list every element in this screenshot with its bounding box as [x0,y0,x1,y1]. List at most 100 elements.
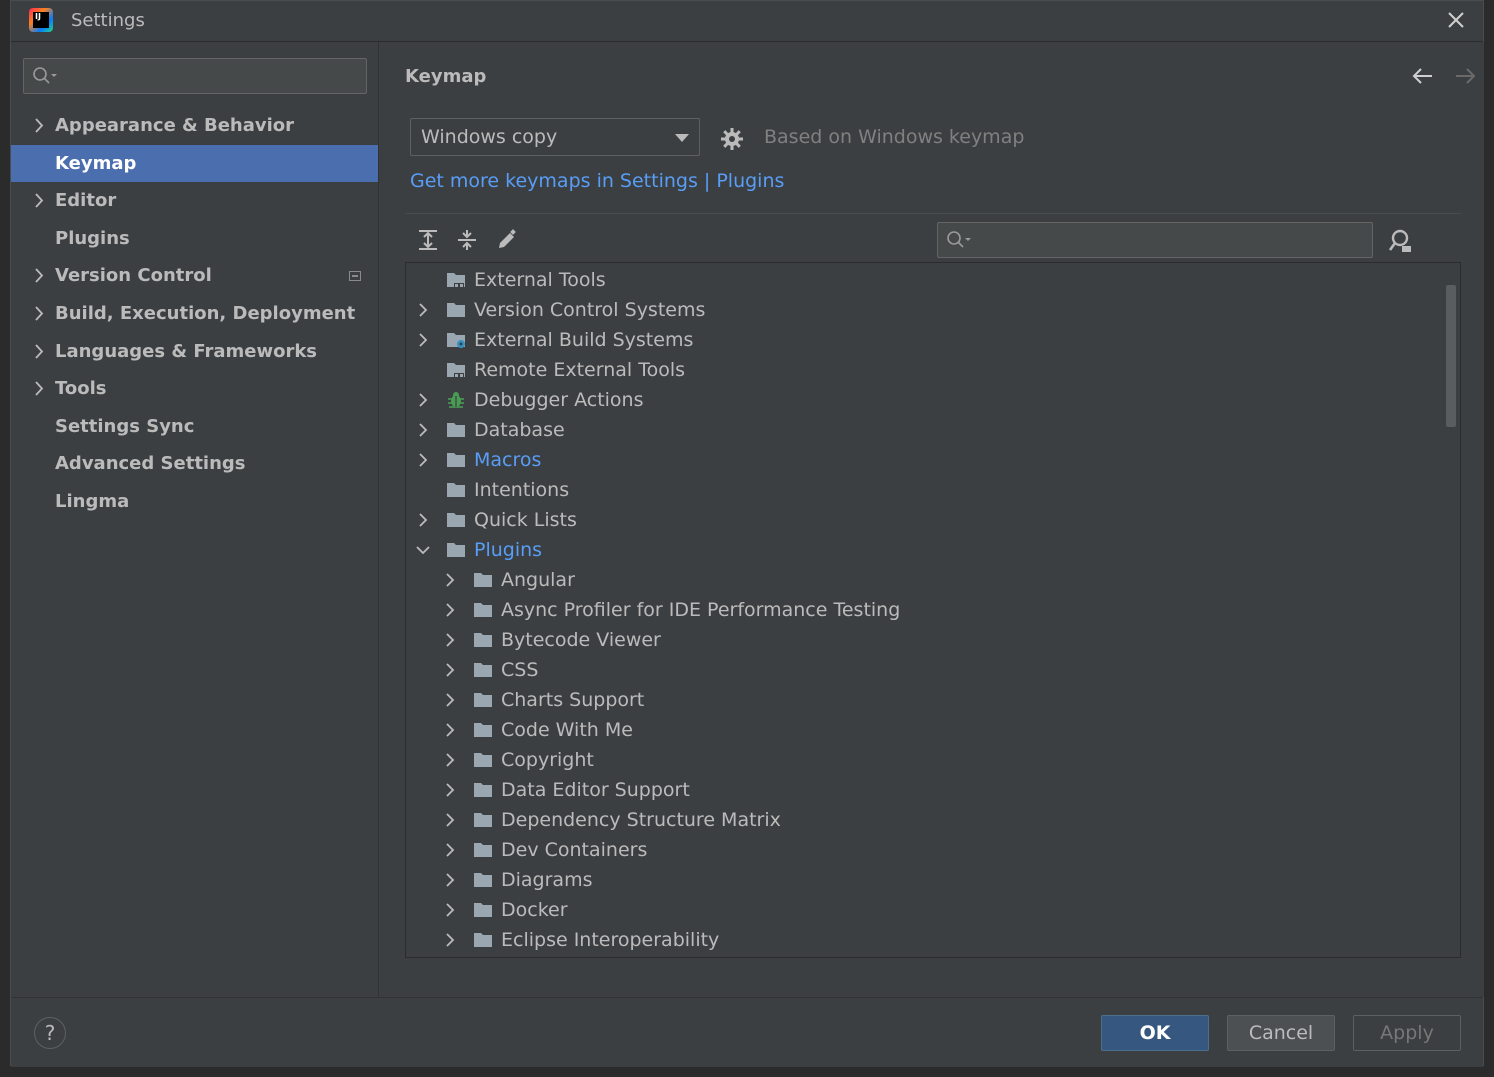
tree-row-label: Macros [474,449,542,471]
chevron-right-icon[interactable] [441,691,459,709]
folder-icon [447,483,465,497]
tree-row[interactable]: External Tools [406,265,1436,295]
sidebar-item-label: Plugins [55,228,130,249]
tree-row[interactable]: Database [406,415,1436,445]
tree-row[interactable]: Eclipse Interoperability [406,925,1436,955]
collapse-all-icon[interactable] [455,228,479,252]
tree-row[interactable]: Remote External Tools [406,355,1436,385]
tree-row[interactable]: Dependency Structure Matrix [406,805,1436,835]
forward-arrow-icon[interactable] [1453,66,1477,86]
chevron-right-icon[interactable] [414,451,432,469]
window-title: Settings [71,10,145,31]
tree-row-label: Code With Me [501,719,633,741]
tree-row[interactable]: Diagrams [406,865,1436,895]
chevron-right-icon[interactable] [441,871,459,889]
tree-row[interactable]: Debugger Actions [406,385,1436,415]
folder-icon [474,843,492,857]
chevron-right-icon[interactable] [31,107,47,144]
sidebar-item[interactable]: Languages & Frameworks [11,333,378,370]
back-arrow-icon[interactable] [1411,66,1435,86]
chevron-right-icon[interactable] [31,182,47,219]
chevron-right-icon[interactable] [414,421,432,439]
tree-row-label: Dependency Structure Matrix [501,809,781,831]
tree-row[interactable]: Copyright [406,745,1436,775]
tree-row[interactable]: Code With Me [406,715,1436,745]
sidebar-item[interactable]: Keymap [11,145,378,182]
chevron-right-icon[interactable] [414,301,432,319]
chevron-right-icon[interactable] [441,751,459,769]
action-search-input[interactable] [937,222,1373,258]
sidebar-item[interactable]: Lingma [11,483,378,520]
sidebar-item-label: Keymap [55,153,137,174]
chevron-right-icon[interactable] [31,370,47,407]
settings-search-input[interactable] [23,58,367,94]
edit-shortcut-icon[interactable] [495,228,519,252]
tree-row[interactable]: Version Control Systems [406,295,1436,325]
chevron-right-icon[interactable] [414,511,432,529]
help-button[interactable]: ? [34,1017,66,1049]
apply-button[interactable]: Apply [1353,1015,1461,1051]
chevron-right-icon[interactable] [441,901,459,919]
sidebar-item-label: Appearance & Behavior [55,115,295,136]
tree-row[interactable]: Async Profiler for IDE Performance Testi… [406,595,1436,625]
tree-row[interactable]: Quick Lists [406,505,1436,535]
gear-icon[interactable] [720,127,744,151]
chevron-right-icon[interactable] [31,333,47,370]
close-icon[interactable] [1443,7,1469,33]
tree-row[interactable]: Data Editor Support [406,775,1436,805]
title-bar: IJ Settings [11,1,1483,42]
tree-row[interactable]: Bytecode Viewer [406,625,1436,655]
sidebar-item[interactable]: Settings Sync [11,408,378,445]
folder-icon [447,453,465,467]
sidebar-item[interactable]: Tools [11,370,378,407]
chevron-right-icon[interactable] [441,631,459,649]
chevron-right-icon[interactable] [441,721,459,739]
chevron-right-icon[interactable] [441,571,459,589]
sidebar-item[interactable]: Editor [11,182,378,219]
tree-row-label: Data Editor Support [501,779,690,801]
chevron-down-icon[interactable] [414,541,432,559]
chevron-right-icon[interactable] [441,931,459,949]
keymap-select-value: Windows copy [421,126,558,148]
find-by-shortcut-icon[interactable] [1387,228,1413,254]
sidebar-item[interactable]: Advanced Settings [11,445,378,482]
chevron-right-icon[interactable] [441,661,459,679]
keymap-panel: Keymap Windows copy Based on Windows key… [378,42,1484,997]
chevron-right-icon[interactable] [414,331,432,349]
chevron-right-icon[interactable] [441,811,459,829]
keymap-select[interactable]: Windows copy [410,118,700,156]
background-edge-bottom [0,1066,1494,1077]
chevron-right-icon[interactable] [441,781,459,799]
chevron-right-icon[interactable] [441,601,459,619]
cancel-button[interactable]: Cancel [1227,1015,1335,1051]
keymap-action-tree[interactable]: External Tools Version Control Systems Ext… [405,262,1461,958]
chevron-right-icon[interactable] [31,295,47,332]
tree-row-label: Angular [501,569,575,591]
sidebar-item[interactable]: Appearance & Behavior [11,107,378,144]
tree-row-label: Version Control Systems [474,299,706,321]
tree-row[interactable]: Macros [406,445,1436,475]
tree-row[interactable]: Charts Support [406,685,1436,715]
chevron-right-icon[interactable] [31,257,47,294]
tree-scrollbar[interactable] [1446,285,1456,427]
tree-row[interactable]: Plugins [406,535,1436,565]
tree-row[interactable]: Dev Containers [406,835,1436,865]
tree-row[interactable]: Angular [406,565,1436,595]
chevron-right-icon[interactable] [441,841,459,859]
get-more-keymaps-link[interactable]: Get more keymaps in Settings | Plugins [410,170,784,192]
tree-row[interactable]: External Build Systems [406,325,1436,355]
tree-row[interactable]: CSS [406,655,1436,685]
tree-row-label: Bytecode Viewer [501,629,661,651]
tree-row[interactable]: Intentions [406,475,1436,505]
tree-row[interactable]: Docker [406,895,1436,925]
tree-row-label: Debugger Actions [474,389,644,411]
ok-button[interactable]: OK [1101,1015,1209,1051]
tree-row-label: Diagrams [501,869,593,891]
sidebar-item[interactable]: Build, Execution, Deployment [11,295,378,332]
sidebar-item[interactable]: Plugins [11,220,378,257]
chevron-right-icon[interactable] [414,391,432,409]
search-icon [947,231,971,248]
folder-icon [447,423,465,437]
sidebar-item[interactable]: Version Control [11,257,378,294]
expand-all-icon[interactable] [416,228,440,252]
